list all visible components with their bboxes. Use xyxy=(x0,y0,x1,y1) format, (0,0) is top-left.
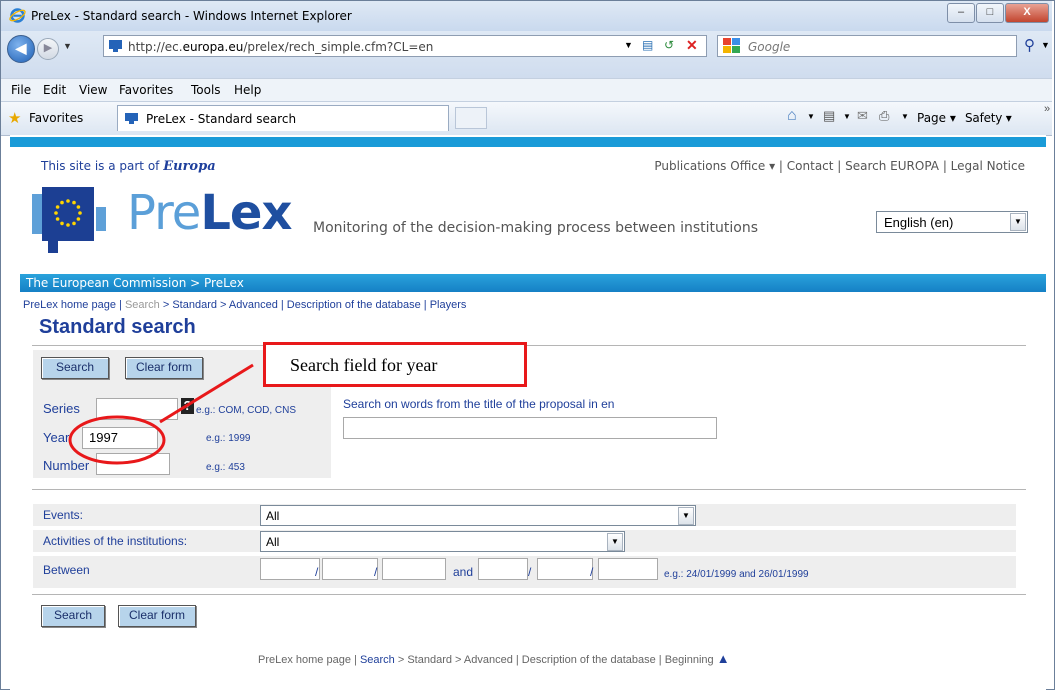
back-button[interactable]: ◀ xyxy=(7,35,35,63)
from-month-input[interactable] xyxy=(322,558,378,580)
tab-prelex-standard-search[interactable]: PreLex - Standard search xyxy=(117,105,449,131)
print-icon[interactable]: ⎙ xyxy=(879,108,889,124)
and-label: and xyxy=(453,565,474,579)
site-tagline: Monitoring of the decision-making proces… xyxy=(313,220,759,236)
between-example: e.g.: 24/01/1999 and 26/01/1999 xyxy=(664,569,809,580)
from-year-input[interactable] xyxy=(382,558,446,580)
new-tab-button[interactable] xyxy=(455,107,487,129)
menu-file[interactable]: File xyxy=(11,83,31,97)
address-url: http://ec.europa.eu/prelex/rech_simple.c… xyxy=(128,40,434,54)
maximize-button[interactable]: □ xyxy=(976,3,1004,23)
footer-links[interactable]: > Standard > Advanced | Description of t… xyxy=(398,654,714,666)
page-menu[interactable]: Page ▾ xyxy=(917,111,956,125)
annotation-circle-and-arrow xyxy=(68,363,254,465)
menu-favorites[interactable]: Favorites xyxy=(119,83,173,97)
chevron-down-icon[interactable]: ▼ xyxy=(678,507,694,525)
to-day-input[interactable] xyxy=(478,558,528,580)
home-icon[interactable]: ⌂ xyxy=(787,107,797,125)
chevron-down-icon[interactable]: ▼ xyxy=(1010,213,1026,231)
window-title: PreLex - Standard search - Windows Inter… xyxy=(31,9,352,23)
menu-edit[interactable]: Edit xyxy=(43,83,66,97)
from-day-input[interactable] xyxy=(260,558,320,580)
mail-icon[interactable]: ✉ xyxy=(857,108,868,124)
search-magnifier-icon[interactable]: ⚲ xyxy=(1024,36,1035,54)
title-words-label: Search on words from the title of the pr… xyxy=(343,397,615,411)
close-button[interactable]: X xyxy=(1005,3,1049,23)
refresh-icon[interactable]: ↺ xyxy=(664,38,674,52)
to-year-input[interactable] xyxy=(598,558,658,580)
divider xyxy=(32,594,1026,595)
activities-value: All xyxy=(266,535,280,549)
date-slash: / xyxy=(528,565,532,579)
search-placeholder: Google xyxy=(748,40,791,54)
tab-page-icon xyxy=(125,113,138,124)
feeds-dropdown-icon[interactable]: ▼ xyxy=(843,112,851,121)
footer-search-link[interactable]: Search xyxy=(360,654,395,666)
footer-home-link[interactable]: PreLex home page xyxy=(258,654,351,666)
events-label: Events: xyxy=(43,508,84,522)
language-select[interactable]: English (en) ▼ xyxy=(876,211,1028,233)
favorites-bar: ★ Favorites PreLex - Standard search ⌂ ▼… xyxy=(1,101,1052,136)
address-bar[interactable]: http://ec.europa.eu/prelex/rech_simple.c… xyxy=(103,35,707,57)
between-label: Between xyxy=(43,563,90,577)
top-links[interactable]: Publications Office ▾ | Contact | Search… xyxy=(654,159,1025,173)
events-select[interactable]: All ▼ xyxy=(260,505,696,526)
divider xyxy=(32,489,1026,490)
tab-title: PreLex - Standard search xyxy=(146,112,297,126)
events-value: All xyxy=(266,509,280,523)
minimize-button[interactable]: – xyxy=(947,3,975,23)
feeds-icon[interactable]: ▤ xyxy=(823,108,835,124)
print-dropdown-icon[interactable]: ▼ xyxy=(901,112,909,121)
address-dropdown-icon[interactable]: ▼ xyxy=(624,40,633,50)
chevron-down-icon[interactable]: ▼ xyxy=(607,533,623,551)
navigation-bar: ◀ ▶ ▼ http://ec.europa.eu/prelex/rech_si… xyxy=(1,31,1052,79)
date-slash: / xyxy=(590,565,594,579)
date-slash: / xyxy=(374,565,378,579)
menu-view[interactable]: View xyxy=(79,83,107,97)
activities-label: Activities of the institutions: xyxy=(43,534,188,548)
search-options-icon[interactable]: ▼ xyxy=(1041,40,1050,50)
footer-navigation: PreLex home page | Search > Standard > A… xyxy=(258,651,730,666)
internet-explorer-icon xyxy=(9,8,26,23)
activities-select[interactable]: All ▼ xyxy=(260,531,625,552)
toolbar-overflow-chevron[interactable]: » xyxy=(1044,103,1050,115)
title-bar: PreLex - Standard search - Windows Inter… xyxy=(1,1,1052,31)
search-button-bottom[interactable]: Search xyxy=(41,605,105,627)
language-value: English (en) xyxy=(884,215,954,230)
search-box[interactable]: Google xyxy=(717,35,1017,57)
menu-help[interactable]: Help xyxy=(234,83,261,97)
back-to-top-icon[interactable]: ▲ xyxy=(717,651,730,666)
favorites-star-icon: ★ xyxy=(8,110,22,127)
to-month-input[interactable] xyxy=(537,558,593,580)
annotation-text: Search field for year xyxy=(290,355,438,375)
home-dropdown-icon[interactable]: ▼ xyxy=(807,112,815,121)
page-icon xyxy=(109,40,122,52)
safety-menu[interactable]: Safety ▾ xyxy=(965,111,1012,125)
recent-pages-dropdown-icon[interactable]: ▼ xyxy=(63,41,72,51)
title-words-input[interactable] xyxy=(343,417,717,439)
google-logo-icon xyxy=(723,38,740,53)
clear-form-button-bottom[interactable]: Clear form xyxy=(118,605,196,627)
stop-icon[interactable]: ✕ xyxy=(686,37,698,54)
footer-separator: | xyxy=(354,654,357,666)
date-slash: / xyxy=(315,565,319,579)
forward-button[interactable]: ▶ xyxy=(37,38,59,60)
favorites-button[interactable]: Favorites xyxy=(29,111,83,125)
menu-tools[interactable]: Tools xyxy=(191,83,221,97)
page-content: This site is a part of Europa Publicatio… xyxy=(10,135,1046,690)
menu-bar: File Edit View Favorites Tools Help xyxy=(1,78,1052,101)
compatibility-view-icon[interactable]: ▤ xyxy=(642,38,653,52)
